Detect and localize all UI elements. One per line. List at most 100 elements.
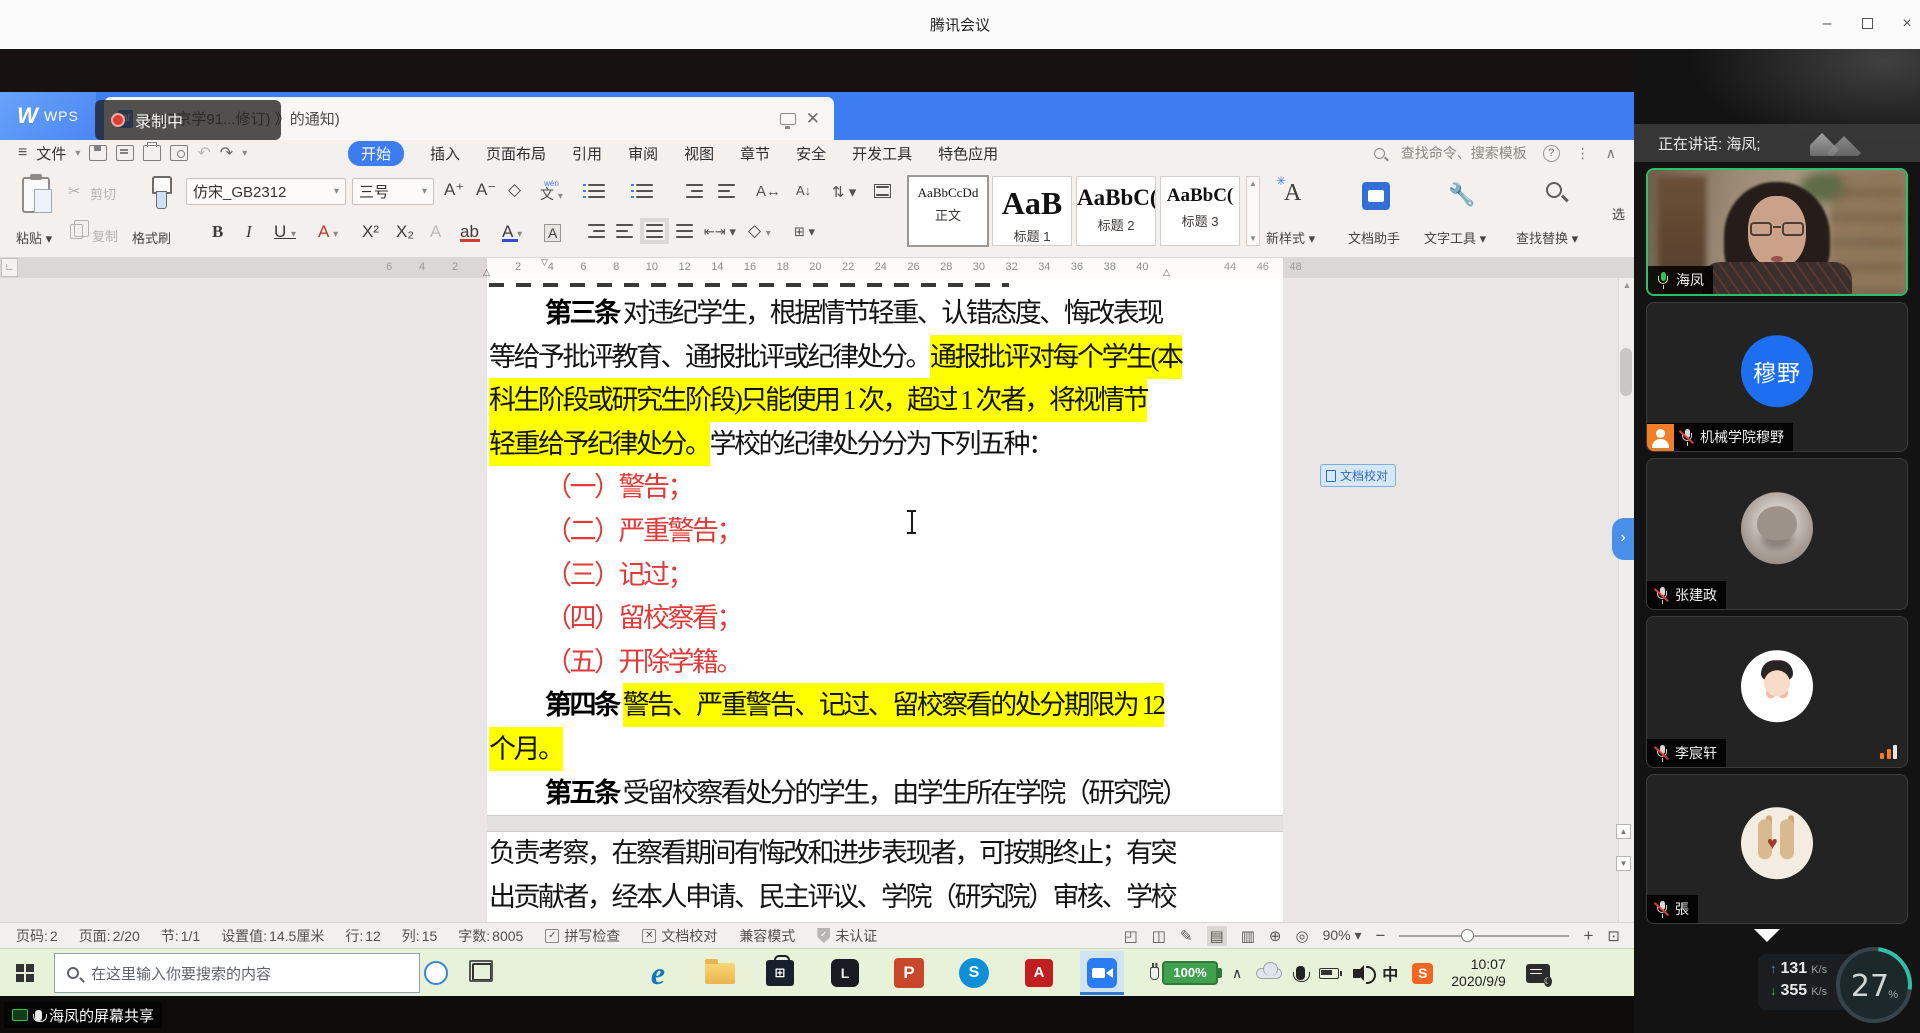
collapse-ribbon-icon[interactable]: ∧ xyxy=(1606,145,1616,162)
page-view-icon[interactable]: ▤ xyxy=(1207,926,1227,946)
select-button[interactable]: 选 xyxy=(1612,204,1625,223)
find-replace-button[interactable]: 查找替换 ▾ xyxy=(1516,228,1578,247)
tab-selector[interactable]: ∟ xyxy=(1,258,18,277)
sort-icon[interactable]: A↓ xyxy=(796,183,811,198)
ime-indicator[interactable]: 中 xyxy=(1382,961,1398,985)
taskbar-search-input[interactable]: 在这里输入你要搜索的内容 xyxy=(54,953,420,993)
app-acrobat[interactable]: A xyxy=(1017,951,1061,995)
doc-line-5[interactable]: （二）严重警告； xyxy=(489,510,1173,554)
app-explorer[interactable] xyxy=(698,951,742,995)
grow-font-icon[interactable]: A⁺ xyxy=(444,180,464,200)
quickbar-caret-icon[interactable]: ▾ xyxy=(242,148,247,159)
pen-annotate-icon[interactable]: ✎ xyxy=(1180,927,1193,945)
app-tencent-meeting[interactable] xyxy=(1080,951,1124,995)
file-menu[interactable]: 文件 xyxy=(36,143,66,164)
microphone-tray-icon[interactable] xyxy=(1296,966,1305,980)
undo-icon[interactable]: ↶ xyxy=(197,143,210,163)
bold-icon[interactable]: B xyxy=(212,222,223,242)
doc-assistant-button[interactable]: 文档助手 xyxy=(1348,228,1400,247)
align-distribute-icon[interactable] xyxy=(676,224,693,238)
font-name-select[interactable]: 仿宋_GB2312▾ xyxy=(186,178,346,205)
italic-icon[interactable]: I xyxy=(246,222,252,242)
ribbon-tab-开始[interactable]: 开始 xyxy=(348,141,404,166)
fullscreen-view-icon[interactable]: ◰ xyxy=(1124,927,1138,945)
wordart-icon[interactable]: A xyxy=(430,222,441,242)
ribbon-tab-审阅[interactable]: 审阅 xyxy=(628,143,658,164)
battery-status[interactable]: 100% xyxy=(1150,961,1218,985)
app-powerpoint[interactable]: P xyxy=(887,951,931,995)
format-painter-icon[interactable] xyxy=(150,176,172,210)
ribbon-tab-章节[interactable]: 章节 xyxy=(740,143,770,164)
document-page[interactable]: 第三条 对违纪学生，根据情节轻重、认错态度、悔改表现等给予批评教育、通报批评或纪… xyxy=(487,278,1283,922)
paste-icon[interactable] xyxy=(22,177,50,213)
ribbon-tab-开发工具[interactable]: 开发工具 xyxy=(852,143,912,164)
more-icon[interactable]: ⋮ xyxy=(1576,145,1590,162)
style-标题 1[interactable]: AaB标题 1 xyxy=(992,176,1072,246)
subscript-icon[interactable]: X₂ xyxy=(396,222,414,242)
redo-icon[interactable]: ↷ xyxy=(220,143,233,163)
cut-icon[interactable]: ✂ xyxy=(68,182,81,200)
doc-line-11[interactable]: 第五条 受留校察看处分的学生，由学生所在学院（研究院） xyxy=(489,772,1173,816)
speaker-icon[interactable] xyxy=(1353,969,1360,978)
scroll-up-icon[interactable]: ▲ xyxy=(1619,280,1635,290)
participant-tile-李宸轩[interactable]: 李宸轩 xyxy=(1646,616,1908,768)
command-search-input[interactable]: 查找命令、搜索模板 xyxy=(1401,143,1527,163)
cut-button[interactable]: 剪切 xyxy=(90,184,116,203)
cortana-button[interactable] xyxy=(424,961,448,985)
style-正文[interactable]: AaBbCcDd正文 xyxy=(908,176,988,246)
line-spacing-icon[interactable]: ⇅ ▾ xyxy=(832,183,856,201)
ribbon-tab-引用[interactable]: 引用 xyxy=(572,143,602,164)
left-indent-marker[interactable]: △ xyxy=(483,267,490,278)
find-replace-icon[interactable] xyxy=(1546,182,1562,198)
doc-line-6[interactable]: （三）记过； xyxy=(489,554,1173,598)
participant-tile-机械学院穆野[interactable]: 穆野机械学院穆野 xyxy=(1646,302,1908,452)
participant-tile-海凤[interactable]: 海凤 xyxy=(1646,168,1908,296)
hidden-icons-chevron[interactable]: ∧ xyxy=(1232,965,1242,982)
app-skype[interactable]: S xyxy=(952,951,996,995)
style-标题 2[interactable]: AaBbC(标题 2 xyxy=(1076,176,1156,246)
copy-button[interactable]: 复制 xyxy=(92,226,118,245)
print-icon[interactable] xyxy=(143,145,161,161)
previous-page-button[interactable]: ▲ xyxy=(1616,824,1631,839)
ribbon-tab-视图[interactable]: 视图 xyxy=(684,143,714,164)
outline-view-icon[interactable]: ▥ xyxy=(1241,927,1255,945)
right-indent-marker[interactable]: △ xyxy=(1163,267,1170,278)
collapse-panel-icon[interactable] xyxy=(1754,929,1780,942)
battery-tray-icon[interactable] xyxy=(1319,968,1339,979)
shape-fill-icon[interactable]: ◇ ▾ xyxy=(748,221,771,241)
cpu-gauge[interactable]: 27 % xyxy=(1836,947,1912,1023)
tab-close-icon[interactable]: ✕ xyxy=(806,109,820,129)
document-text[interactable]: 第三条 对违纪学生，根据情节轻重、认错态度、悔改表现等给予批评教育、通报批评或纪… xyxy=(489,292,1173,919)
numbered-list-icon[interactable] xyxy=(636,184,653,198)
doc-line-0[interactable]: 第三条 对违纪学生，根据情节轻重、认错态度、悔改表现 xyxy=(489,292,1173,336)
sidebar-expander[interactable]: › xyxy=(1612,518,1634,560)
notification-center-icon[interactable] xyxy=(1526,964,1550,983)
taskbar-clock[interactable]: 10:07 2020/9/9 xyxy=(1451,956,1506,990)
zoom-slider[interactable] xyxy=(1399,935,1569,937)
clear-format-icon[interactable]: ◇ xyxy=(508,180,521,200)
zoom-level[interactable]: 90% ▾ xyxy=(1323,927,1362,944)
app-store[interactable]: ⊞ xyxy=(758,951,802,995)
participant-tile-张建政[interactable]: 张建政 xyxy=(1646,458,1908,610)
zoom-slider-knob[interactable] xyxy=(1461,929,1474,942)
maximize-icon[interactable] xyxy=(1852,12,1882,36)
participant-tile-張[interactable]: 張 xyxy=(1646,774,1908,924)
file-caret-icon[interactable]: ▾ xyxy=(75,148,80,159)
doc-line-14[interactable]: 出贡献者，经本人申请、民主评议、学院（研究院）审核、学校 xyxy=(489,876,1173,920)
doc-line-13[interactable]: 负责考察，在察看期间有悔改和进步表现者，可按期终止；有突 xyxy=(489,832,1173,876)
eye-protect-icon[interactable]: ◎ xyxy=(1296,927,1309,945)
ribbon-tab-插入[interactable]: 插入 xyxy=(430,143,460,164)
next-page-button[interactable]: ▼ xyxy=(1616,856,1631,871)
app-edge[interactable]: e xyxy=(636,951,680,995)
hamburger-icon[interactable]: ≡ xyxy=(18,144,27,162)
format-painter-button[interactable]: 格式刷 xyxy=(132,228,171,247)
style-gallery-scroll[interactable]: ▲▼ xyxy=(1246,176,1260,246)
paragraph-spacing-icon[interactable]: ⇤⇥ ▾ xyxy=(704,224,736,240)
screen-share-doc-icon[interactable] xyxy=(780,113,796,125)
sogou-input-icon[interactable]: S xyxy=(1412,963,1433,984)
doc-line-10[interactable]: 个月。 xyxy=(489,728,1173,772)
doc-assistant-icon[interactable] xyxy=(1362,182,1390,210)
save-icon[interactable] xyxy=(89,145,107,161)
zoom-out-icon[interactable]: − xyxy=(1376,926,1386,946)
increase-indent-icon[interactable] xyxy=(718,184,735,198)
